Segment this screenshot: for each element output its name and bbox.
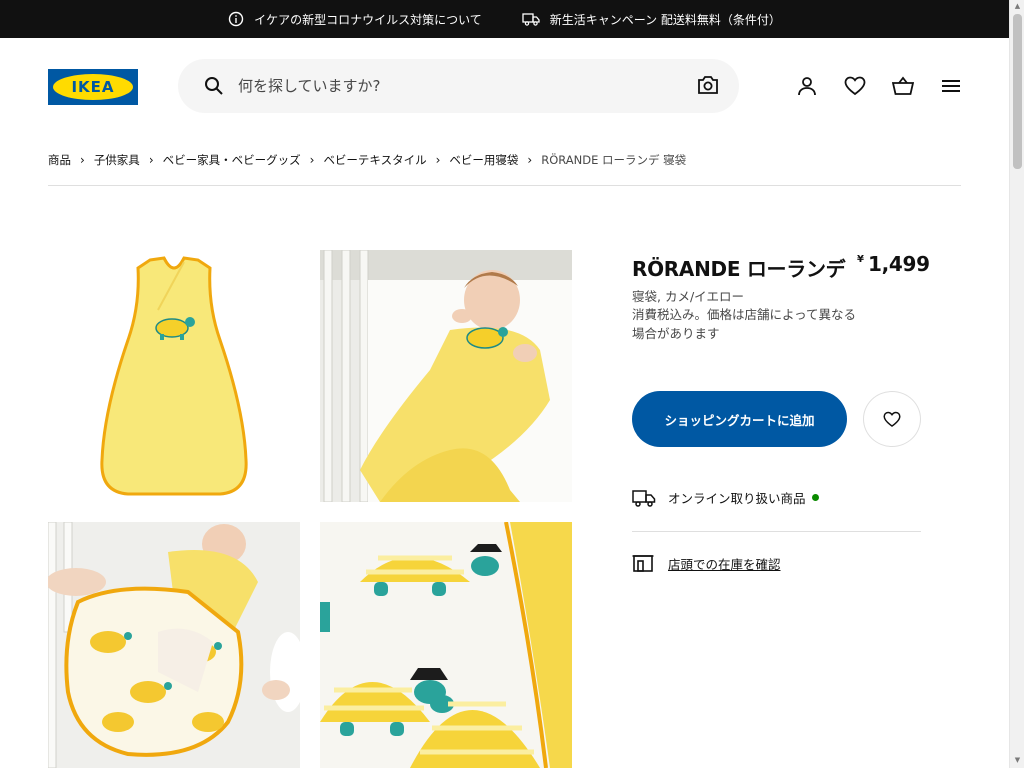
online-availability: オンライン取り扱い商品	[632, 488, 819, 507]
chevron-right-icon: ›	[80, 153, 85, 167]
product-name: RÖRANDE ローランデ	[632, 257, 846, 281]
chevron-right-icon: ›	[527, 153, 533, 167]
info-icon	[228, 11, 244, 27]
product-price: ¥ 1,499	[857, 252, 930, 276]
delivery-campaign-text: 新生活キャンペーン 配送料無料（条件付）	[549, 12, 781, 27]
breadcrumb-item[interactable]: 子供家具	[94, 152, 140, 168]
scroll-down-icon[interactable]: ▼	[1013, 756, 1022, 765]
store-stock-link[interactable]: 店頭での在庫を確認	[668, 554, 781, 573]
search-icon[interactable]	[204, 76, 224, 96]
covid-notice-text: イケアの新型コロナウイルス対策について	[254, 12, 482, 27]
search-bar	[178, 59, 739, 113]
heart-icon	[883, 411, 901, 427]
availability-status-dot	[811, 494, 819, 501]
breadcrumb-item[interactable]: 商品	[48, 152, 71, 168]
site-header: IKEA	[0, 38, 1009, 134]
product-image-pattern-closeup[interactable]	[320, 522, 572, 768]
chevron-right-icon: ›	[148, 153, 154, 167]
page-scrollbar[interactable]: ▲ ▼	[1009, 0, 1024, 768]
product-description: 寝袋, カメ/イエロー	[632, 289, 745, 304]
price-amount: 1,499	[867, 252, 930, 276]
product-image-unzipped[interactable]	[48, 522, 300, 768]
scroll-up-icon[interactable]: ▲	[1013, 2, 1022, 11]
search-input[interactable]	[238, 77, 678, 95]
logo-text: IKEA	[71, 78, 115, 96]
delivery-campaign-link[interactable]: 新生活キャンペーン 配送料無料（条件付）	[522, 11, 781, 28]
add-to-favorites-button[interactable]	[863, 391, 921, 447]
add-to-cart-button[interactable]: ショッピングカートに追加	[632, 391, 847, 447]
store-stock-check[interactable]: 店頭での在庫を確認	[632, 553, 781, 573]
online-availability-label: オンライン取り扱い商品	[668, 491, 806, 506]
truck-icon	[522, 13, 540, 26]
truck-icon	[632, 489, 656, 507]
heart-icon[interactable]	[843, 74, 867, 98]
product-image-baby-sleeping[interactable]	[320, 250, 572, 502]
ikea-logo[interactable]: IKEA	[48, 69, 138, 105]
product-image-main[interactable]	[48, 250, 300, 502]
chevron-right-icon: ›	[309, 153, 315, 167]
price-note: 消費税込み。価格は店舗によって異なる場合があります	[632, 307, 857, 341]
breadcrumb-current: RÖRANDE ローランデ 寝袋	[541, 153, 687, 167]
breadcrumb-item[interactable]: ベビーテキスタイル	[323, 152, 426, 168]
scrollbar-thumb[interactable]	[1013, 14, 1022, 169]
menu-icon[interactable]	[939, 74, 963, 98]
chevron-right-icon: ›	[435, 153, 441, 167]
breadcrumb-item[interactable]: ベビー用寝袋	[449, 152, 518, 168]
profile-icon[interactable]	[795, 74, 819, 98]
covid-notice-link[interactable]: イケアの新型コロナウイルス対策について	[228, 11, 482, 28]
store-icon	[632, 555, 654, 572]
top-notice-bar: イケアの新型コロナウイルス対策について 新生活キャンペーン 配送料無料（条件付）	[0, 0, 1009, 38]
price-currency: ¥	[857, 254, 864, 265]
cart-icon[interactable]	[891, 74, 915, 98]
info-divider	[632, 531, 921, 532]
breadcrumb-item[interactable]: ベビー家具・ベビーグッズ	[163, 152, 301, 168]
breadcrumb: 商品 › 子供家具 › ベビー家具・ベビーグッズ › ベビーテキスタイル › ベ…	[48, 152, 686, 168]
header-divider	[48, 185, 961, 186]
camera-icon[interactable]	[697, 75, 719, 95]
header-icon-group	[795, 74, 987, 98]
